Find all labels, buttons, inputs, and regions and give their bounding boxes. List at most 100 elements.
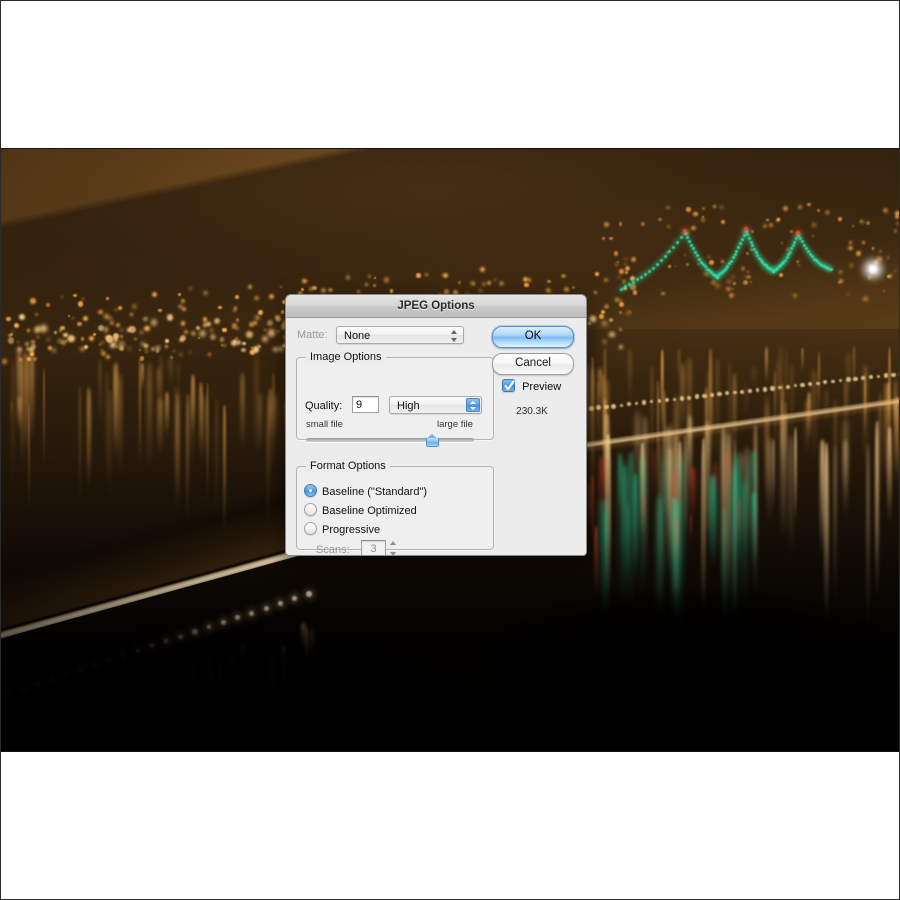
radio-icon[interactable] bbox=[304, 522, 317, 535]
quality-slider-thumb[interactable] bbox=[425, 434, 439, 447]
photo-light-dot bbox=[177, 292, 182, 296]
photo-light-dot bbox=[763, 223, 768, 228]
photo-light-dot bbox=[601, 321, 607, 327]
scans-input[interactable]: 3 bbox=[361, 540, 386, 555]
quality-slider-track[interactable] bbox=[306, 438, 474, 442]
photo-reflection-streak bbox=[677, 348, 680, 380]
photo-light-dot bbox=[599, 314, 604, 319]
photo-light-dot bbox=[34, 313, 38, 317]
photo-light-dot bbox=[328, 287, 334, 293]
photo-light-dot bbox=[84, 345, 89, 350]
quality-slider[interactable] bbox=[306, 432, 474, 448]
photo-light-dot bbox=[793, 228, 803, 238]
photo-light-dot bbox=[155, 348, 160, 353]
photo-reflection-streak bbox=[199, 382, 203, 459]
dialog-titlebar[interactable]: JPEG Options bbox=[286, 295, 586, 318]
photo-light-dot bbox=[118, 341, 126, 348]
photo-light-dot bbox=[235, 318, 239, 322]
photo-light-dot bbox=[680, 226, 690, 236]
photo-light-dot bbox=[425, 272, 428, 276]
photo-light-dot bbox=[236, 340, 242, 345]
photo-light-dot bbox=[275, 317, 281, 323]
photo-light-dot bbox=[128, 347, 132, 350]
jpeg-options-dialog[interactable]: JPEG Options Matte: None Image Options Q… bbox=[285, 294, 587, 556]
quality-input[interactable]: 9 bbox=[352, 396, 379, 413]
cancel-button[interactable]: Cancel bbox=[492, 353, 574, 375]
slider-thumb-body bbox=[425, 438, 439, 447]
photo-light-dot bbox=[762, 386, 768, 392]
photo-light-dot bbox=[118, 305, 123, 310]
quality-preset-value: High bbox=[397, 400, 420, 412]
photo-light-dot bbox=[837, 281, 841, 285]
scans-stepper[interactable] bbox=[387, 540, 400, 555]
photo-light-dot bbox=[83, 315, 89, 321]
quality-preset-dropdown[interactable]: High bbox=[389, 396, 482, 414]
photo-light-dot bbox=[97, 325, 105, 332]
photo-reflection-streak bbox=[43, 368, 46, 472]
ok-button[interactable]: OK bbox=[492, 326, 574, 348]
photo-light-dot bbox=[47, 345, 52, 350]
photo-light-dot bbox=[634, 401, 639, 406]
photo-light-dot bbox=[209, 334, 216, 340]
photo-light-dot bbox=[838, 217, 842, 221]
photo-light-dot bbox=[859, 219, 864, 224]
radio-progressive[interactable]: Progressive bbox=[304, 522, 380, 536]
photo-reflection-streak bbox=[240, 372, 245, 451]
radio-icon[interactable] bbox=[304, 503, 317, 516]
photo-light-dot bbox=[373, 276, 377, 280]
photo-light-dot bbox=[721, 260, 724, 263]
radio-icon-selected[interactable] bbox=[304, 484, 317, 497]
photo-light-dot bbox=[166, 314, 174, 321]
scans-label: Scans: bbox=[316, 544, 350, 556]
photo-light-dot bbox=[713, 205, 716, 208]
photo-reflection-streak bbox=[157, 368, 161, 410]
photo-light-dot bbox=[77, 321, 82, 327]
photo-light-dot bbox=[824, 209, 830, 215]
photo-light-dot bbox=[741, 224, 751, 234]
radio-baseline-optimized[interactable]: Baseline Optimized bbox=[304, 503, 417, 517]
photo-light-dot bbox=[180, 321, 186, 326]
photo-light-dot bbox=[727, 279, 731, 284]
matte-dropdown[interactable]: None bbox=[336, 326, 464, 344]
photo-light-dot bbox=[179, 353, 183, 357]
photo-light-dot bbox=[856, 251, 861, 256]
photo-light-dot bbox=[891, 372, 896, 378]
photo-reflection-streak bbox=[893, 400, 897, 428]
photo-light-dot bbox=[619, 403, 624, 407]
photo-light-dot bbox=[11, 330, 15, 334]
photo-light-dot bbox=[27, 328, 30, 332]
photo-reflection-streak bbox=[169, 358, 173, 389]
photo-light-dot bbox=[726, 286, 731, 291]
photo-light-dot bbox=[733, 282, 737, 286]
photo-light-dot bbox=[150, 347, 155, 352]
photo-light-dot bbox=[827, 265, 835, 273]
photo-light-dot bbox=[208, 352, 212, 356]
photo-light-dot bbox=[103, 327, 109, 332]
photo-light-dot bbox=[708, 256, 711, 259]
photo-light-dot bbox=[60, 325, 66, 331]
photo-reflection-streak bbox=[739, 452, 744, 486]
preview-checkbox-row[interactable]: Preview bbox=[502, 379, 561, 393]
photo-reflection-streak bbox=[12, 360, 15, 488]
photo-light-dot bbox=[183, 330, 188, 335]
screenshot-canvas: JPEG Options Matte: None Image Options Q… bbox=[0, 0, 900, 900]
photo-light-dot bbox=[63, 332, 68, 338]
dialog-title: JPEG Options bbox=[397, 300, 475, 312]
photo-light-dot bbox=[766, 219, 769, 222]
photo-light-dot bbox=[823, 380, 828, 385]
photo-reflection-streak bbox=[259, 393, 262, 454]
photo-light-dot bbox=[684, 254, 687, 257]
radio-baseline-standard[interactable]: Baseline ("Standard") bbox=[304, 484, 427, 498]
checkbox-checked-icon[interactable] bbox=[502, 379, 515, 392]
photo-light-dot bbox=[793, 293, 797, 298]
photo-reflection-streak bbox=[767, 438, 772, 526]
photo-light-dot bbox=[241, 347, 246, 353]
photo-light-dot bbox=[443, 273, 449, 279]
photo-light-dot bbox=[279, 347, 284, 351]
photo-light-dot bbox=[14, 322, 20, 329]
photo-light-dot bbox=[603, 278, 609, 283]
photo-light-dot bbox=[609, 236, 613, 241]
photo-light-dot bbox=[82, 298, 85, 301]
photo-reflection-streak bbox=[140, 363, 144, 392]
photo-light-dot bbox=[80, 337, 85, 341]
